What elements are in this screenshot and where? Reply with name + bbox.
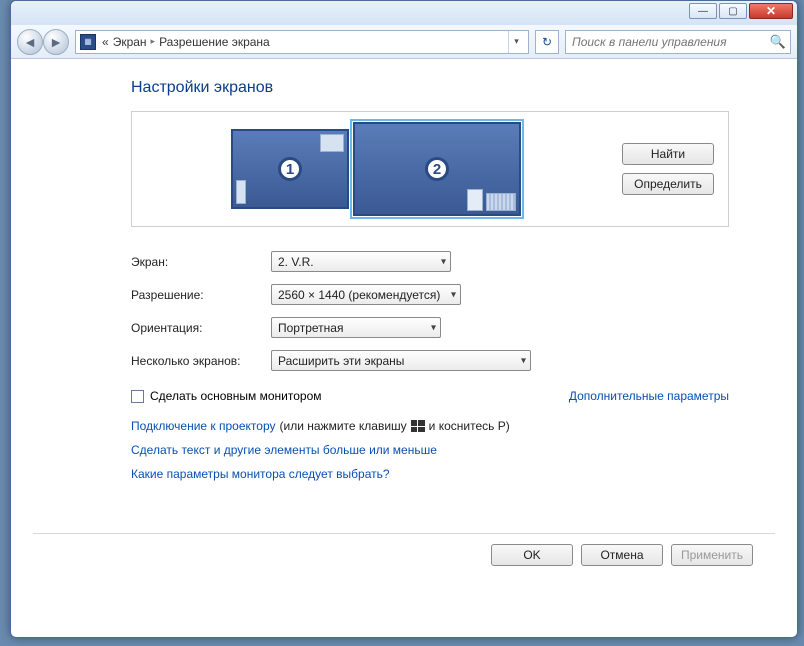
breadcrumb-prefix: « xyxy=(102,35,109,49)
address-dropdown[interactable]: ▾ xyxy=(508,31,524,53)
breadcrumb-resolution[interactable]: Разрешение экрана xyxy=(159,35,270,49)
maximize-button[interactable]: ▢ xyxy=(719,3,747,19)
monitor-1[interactable]: 1 xyxy=(231,129,349,209)
ok-button[interactable]: OK xyxy=(491,544,573,566)
identify-button[interactable]: Определить xyxy=(622,173,714,195)
monitors-panel: 1 2 Найти Определить xyxy=(131,111,729,227)
projector-hint-before: (или нажмите клавишу xyxy=(280,419,407,433)
find-button[interactable]: Найти xyxy=(622,143,714,165)
multiple-displays-select[interactable]: Расширить эти экраны xyxy=(271,350,531,371)
projector-hint-after: и коснитесь P) xyxy=(429,419,510,433)
projector-link[interactable]: Подключение к проектору xyxy=(131,419,276,433)
navbar: ◄ ► ▦ « Экран ▸ Разрешение экрана ▾ ↻ 🔍 xyxy=(11,25,797,59)
cancel-button[interactable]: Отмена xyxy=(581,544,663,566)
monitor-2[interactable]: 2 xyxy=(353,122,521,216)
search-bar[interactable]: 🔍 xyxy=(565,30,791,54)
control-panel-icon: ▦ xyxy=(80,34,96,50)
advanced-settings-link[interactable]: Дополнительные параметры xyxy=(569,389,729,403)
monitors-area: 1 2 xyxy=(146,122,606,216)
close-button[interactable]: ✕ xyxy=(749,3,793,19)
checkbox-icon xyxy=(131,390,144,403)
window-controls: — ▢ ✕ xyxy=(689,3,793,19)
orientation-label: Ориентация: xyxy=(131,321,271,335)
monitors-side-buttons: Найти Определить xyxy=(622,143,714,195)
forward-button[interactable]: ► xyxy=(43,29,69,55)
nav-history: ◄ ► xyxy=(17,29,69,55)
monitor-2-thumb-icon xyxy=(467,189,483,211)
monitor-2-thumb-icon xyxy=(486,193,516,211)
breadcrumb-separator-icon: ▸ xyxy=(151,36,156,47)
screen-resolution-window: — ▢ ✕ ◄ ► ▦ « Экран ▸ Разрешение экрана … xyxy=(10,0,798,638)
monitor-1-thumb-icon xyxy=(236,180,246,204)
page-title: Настройки экранов xyxy=(131,79,775,97)
which-settings-link[interactable]: Какие параметры монитора следует выбрать… xyxy=(131,467,390,481)
apply-button[interactable]: Применить xyxy=(671,544,753,566)
multiple-displays-label: Несколько экранов: xyxy=(131,354,271,368)
back-button[interactable]: ◄ xyxy=(17,29,43,55)
orientation-select[interactable]: Портретная xyxy=(271,317,441,338)
links-section: Подключение к проектору (или нажмите кла… xyxy=(131,419,775,481)
breadcrumb: « Экран ▸ Разрешение экрана xyxy=(102,35,270,49)
refresh-button[interactable]: ↻ xyxy=(535,30,559,54)
search-input[interactable] xyxy=(570,34,770,50)
make-main-checkbox[interactable]: Сделать основным монитором xyxy=(131,389,322,403)
monitor-2-number: 2 xyxy=(425,157,449,181)
text-size-link[interactable]: Сделать текст и другие элементы больше и… xyxy=(131,443,437,457)
address-bar[interactable]: ▦ « Экран ▸ Разрешение экрана ▾ xyxy=(75,30,529,54)
monitor-1-thumb-icon xyxy=(320,134,344,152)
display-select[interactable]: 2. V.R. xyxy=(271,251,451,272)
search-icon[interactable]: 🔍 xyxy=(770,34,786,50)
make-main-label: Сделать основным монитором xyxy=(150,389,322,403)
resolution-label: Разрешение: xyxy=(131,288,271,302)
display-label: Экран: xyxy=(131,255,271,269)
content: Настройки экранов 1 2 Найти Определить xyxy=(11,59,797,576)
main-monitor-row: Сделать основным монитором Дополнительны… xyxy=(131,389,729,403)
windows-key-icon xyxy=(411,420,425,432)
minimize-button[interactable]: — xyxy=(689,3,717,19)
titlebar: — ▢ ✕ xyxy=(11,1,797,25)
settings-form: Экран: 2. V.R. Разрешение: 2560 × 1440 (… xyxy=(131,251,775,371)
breadcrumb-screen[interactable]: Экран xyxy=(113,35,147,49)
monitor-1-number: 1 xyxy=(278,157,302,181)
resolution-select[interactable]: 2560 × 1440 (рекомендуется) xyxy=(271,284,461,305)
footer-buttons: OK Отмена Применить xyxy=(33,534,775,566)
